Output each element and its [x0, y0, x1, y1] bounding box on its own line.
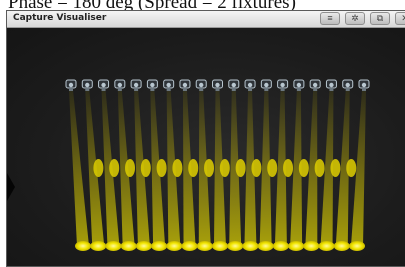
- floor-spot: [227, 241, 244, 251]
- moving-head-fixture[interactable]: [114, 79, 126, 91]
- floor-spot: [90, 241, 107, 251]
- floor-spot: [242, 241, 259, 251]
- moving-head-fixture[interactable]: [309, 79, 321, 91]
- floor-spot: [333, 241, 350, 251]
- floor-spot: [166, 241, 183, 251]
- title-bar[interactable]: Capture Visualiser ≡ ✲ ⧉ ✕: [7, 11, 405, 28]
- floor-spot: [318, 241, 335, 251]
- moving-head-fixture[interactable]: [98, 79, 110, 91]
- restore-icon: ⧉: [376, 13, 384, 23]
- floor-spot: [349, 241, 365, 251]
- settings-button[interactable]: ✲: [345, 12, 365, 25]
- menu-button[interactable]: ≡: [320, 12, 340, 25]
- moving-head-fixture[interactable]: [325, 79, 337, 91]
- floor-spot: [257, 241, 274, 251]
- visualiser-window: Capture Visualiser ≡ ✲ ⧉ ✕: [6, 10, 405, 267]
- moving-head-fixture[interactable]: [260, 79, 272, 91]
- moving-head-fixture[interactable]: [228, 79, 240, 91]
- floor-spot: [120, 241, 137, 251]
- floor-spot: [196, 241, 213, 251]
- moving-head-fixture[interactable]: [244, 79, 256, 91]
- moving-head-fixture[interactable]: [293, 79, 305, 91]
- moving-head-fixture[interactable]: [130, 79, 142, 91]
- 3d-viewport[interactable]: [7, 28, 405, 266]
- floor-spot: [181, 241, 198, 251]
- moving-head-fixture[interactable]: [195, 79, 207, 91]
- moving-head-fixture[interactable]: [358, 79, 370, 91]
- floor-spot: [212, 241, 228, 251]
- close-icon: ✕: [401, 14, 405, 23]
- close-button[interactable]: ✕: [395, 12, 405, 25]
- light-beam: [69, 90, 89, 246]
- moving-head-fixture[interactable]: [65, 79, 77, 91]
- moving-head-fixture[interactable]: [163, 79, 175, 91]
- floor-spot: [272, 241, 289, 251]
- moving-head-fixture[interactable]: [277, 79, 289, 91]
- floor-spot: [151, 241, 168, 251]
- moving-head-fixture[interactable]: [179, 79, 191, 91]
- moving-head-fixture[interactable]: [342, 79, 354, 91]
- floor-spot: [288, 241, 305, 251]
- moving-head-fixture[interactable]: [146, 79, 158, 91]
- floor-spot: [105, 241, 122, 251]
- moving-head-fixture[interactable]: [212, 79, 223, 91]
- floor-spot: [135, 241, 152, 251]
- menu-icon: ≡: [327, 13, 333, 23]
- gear-icon: ✲: [351, 13, 359, 23]
- light-beam: [259, 90, 272, 246]
- restore-button[interactable]: ⧉: [370, 12, 390, 25]
- floor-spot: [303, 241, 320, 251]
- floor-spot: [75, 241, 91, 251]
- moving-head-fixture[interactable]: [81, 79, 93, 91]
- stage-render: [65, 79, 370, 251]
- window-title: Capture Visualiser: [13, 13, 107, 23]
